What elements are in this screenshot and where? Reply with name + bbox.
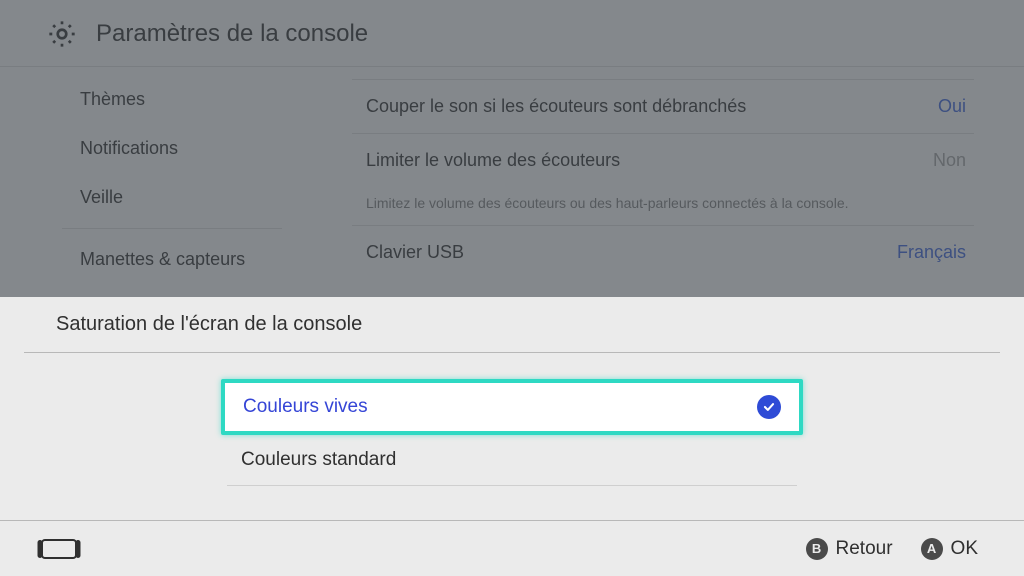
option-label: Couleurs vives	[243, 396, 368, 418]
check-icon	[757, 395, 781, 419]
hint-label: Retour	[836, 538, 893, 560]
option-vivid-colors[interactable]: Couleurs vives	[221, 379, 803, 435]
modal-title: Saturation de l'écran de la console	[0, 297, 1024, 352]
option-label: Couleurs standard	[241, 449, 396, 471]
controller-icon	[36, 537, 82, 561]
hint-back[interactable]: B Retour	[806, 538, 893, 560]
divider	[227, 485, 797, 486]
b-button-icon: B	[806, 538, 828, 560]
dim-overlay	[0, 0, 1024, 297]
footer: B Retour A OK	[0, 520, 1024, 576]
hint-label: OK	[951, 538, 978, 560]
a-button-icon: A	[921, 538, 943, 560]
hint-ok[interactable]: A OK	[921, 538, 978, 560]
modal-saturation: Saturation de l'écran de la console Coul…	[0, 297, 1024, 576]
option-standard-colors[interactable]: Couleurs standard	[221, 435, 803, 485]
